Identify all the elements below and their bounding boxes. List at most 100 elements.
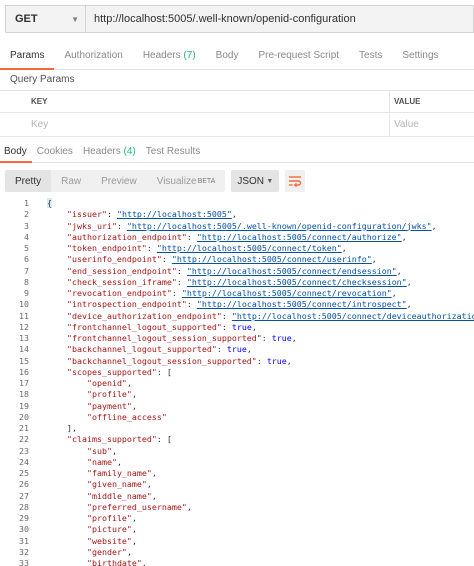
code-text: "given_name", bbox=[29, 479, 152, 490]
value-column-header: VALUE bbox=[394, 97, 421, 106]
line-number: 14 bbox=[19, 344, 29, 355]
code-token: { bbox=[47, 198, 52, 208]
response-tab-cookies[interactable]: Cookies bbox=[32, 143, 78, 163]
line-number: 12 bbox=[19, 321, 29, 332]
tab-settings[interactable]: Settings bbox=[392, 44, 448, 70]
tab-label: Body bbox=[4, 146, 27, 157]
code-token: , bbox=[406, 299, 412, 310]
tab-headers[interactable]: Headers (7) bbox=[133, 44, 206, 70]
code-line: 8 "check_session_iframe": "http://localh… bbox=[0, 277, 474, 288]
code-text: "device_authorization_endpoint": "http:/… bbox=[29, 311, 474, 322]
code-token: : bbox=[186, 299, 197, 310]
method-select[interactable]: GET ▼ bbox=[5, 5, 85, 33]
line-number: 13 bbox=[19, 333, 29, 343]
tab-params[interactable]: Params bbox=[0, 44, 55, 70]
code-token: "preferred_username" bbox=[86, 501, 187, 512]
line-number: 3 bbox=[24, 220, 29, 231]
wrap-lines-button[interactable] bbox=[285, 170, 305, 192]
code-token: , bbox=[341, 243, 347, 253]
code-token: , bbox=[246, 344, 252, 355]
code-token: "claims_supported" bbox=[66, 434, 157, 445]
code-text: "preferred_username", bbox=[29, 502, 192, 513]
wrap-lines-icon bbox=[289, 176, 302, 187]
url-input[interactable]: http://localhost:5005/.well-known/openid… bbox=[85, 5, 474, 33]
format-select[interactable]: JSON ▼ bbox=[231, 170, 280, 192]
code-token: "http://localhost:5005/connect/checksess… bbox=[186, 276, 407, 287]
tab-body[interactable]: Body bbox=[206, 44, 249, 70]
tab-pre-request-script[interactable]: Pre-request Script bbox=[248, 44, 349, 70]
view-mode-group: Pretty Raw Preview Visualize BETA bbox=[5, 170, 226, 192]
line-number: 9 bbox=[24, 288, 29, 298]
line-number: 24 bbox=[19, 456, 29, 467]
code-token: : [ bbox=[156, 366, 172, 377]
tab-tests[interactable]: Tests bbox=[349, 44, 392, 70]
code-token: : bbox=[256, 355, 267, 366]
code-line: 5 "token_endpoint": "http://localhost:50… bbox=[0, 243, 474, 254]
code-text: { bbox=[29, 198, 52, 209]
visualize-button[interactable]: Visualize BETA bbox=[147, 170, 226, 192]
code-text: "frontchannel_logout_session_supported":… bbox=[29, 333, 297, 344]
tab-label: Body bbox=[215, 50, 239, 61]
code-token: , bbox=[186, 501, 192, 512]
code-text: ], bbox=[29, 423, 77, 434]
query-params-header-row: KEY VALUE bbox=[0, 91, 474, 113]
code-token: , bbox=[401, 231, 407, 242]
code-token: "http://localhost:5005" bbox=[116, 209, 232, 220]
line-number: 1 bbox=[24, 198, 29, 208]
code-token: "http://localhost:5005/connect/userinfo" bbox=[171, 254, 372, 265]
response-tab-test-results[interactable]: Test Results bbox=[141, 143, 205, 163]
code-text: "gender", bbox=[29, 547, 132, 558]
line-number: 18 bbox=[19, 389, 29, 400]
code-text: "middle_name", bbox=[29, 491, 157, 502]
code-token: "issuer" bbox=[66, 209, 107, 220]
code-token: , bbox=[151, 468, 157, 478]
response-body-code[interactable]: 1{2 "issuer": "http://localhost:5005", 3 … bbox=[0, 198, 474, 566]
code-line: 19 "payment", bbox=[0, 401, 474, 412]
line-number: 25 bbox=[19, 468, 29, 478]
code-token: , bbox=[371, 254, 377, 265]
code-line: 12 "frontchannel_logout_supported": true… bbox=[0, 322, 474, 333]
code-text: "backchannel_logout_session_supported": … bbox=[29, 356, 292, 367]
code-line: 18 "profile", bbox=[0, 389, 474, 400]
query-params-table: KEY VALUE Key Value bbox=[0, 90, 474, 137]
code-token: , bbox=[146, 479, 152, 490]
beta-badge: BETA bbox=[197, 177, 216, 185]
code-token: "backchannel_logout_supported" bbox=[66, 344, 217, 355]
param-value-input[interactable]: Value bbox=[390, 113, 474, 136]
response-tab-body[interactable]: Body bbox=[0, 143, 32, 163]
tab-label: Settings bbox=[402, 50, 439, 61]
code-token: "http://localhost:5005/connect/authorize… bbox=[196, 231, 402, 242]
tab-authorization[interactable]: Authorization bbox=[54, 44, 132, 70]
line-number: 30 bbox=[19, 524, 29, 535]
raw-button[interactable]: Raw bbox=[51, 170, 91, 192]
request-tabs: Params Authorization Headers (7) Body Pr… bbox=[0, 44, 474, 70]
code-token: , bbox=[141, 558, 147, 566]
param-key-input[interactable]: Key bbox=[0, 113, 390, 136]
pretty-button[interactable]: Pretty bbox=[5, 170, 52, 192]
code-line: 14 "backchannel_logout_supported": true, bbox=[0, 344, 474, 355]
response-tab-headers[interactable]: Headers (4) bbox=[78, 143, 141, 163]
line-number: 5 bbox=[24, 243, 29, 253]
code-token: : bbox=[176, 265, 187, 276]
code-token: "backchannel_logout_session_supported" bbox=[66, 355, 257, 366]
code-line: 33 "birthdate", bbox=[0, 558, 474, 566]
code-token: "sub" bbox=[86, 445, 112, 456]
preview-button[interactable]: Preview bbox=[91, 170, 147, 192]
code-line: 32 "gender", bbox=[0, 547, 474, 558]
code-token: , bbox=[131, 524, 137, 535]
code-token: "openid" bbox=[86, 378, 127, 388]
format-label: JSON bbox=[237, 175, 264, 187]
code-token: "revocation_endpoint" bbox=[66, 288, 172, 298]
